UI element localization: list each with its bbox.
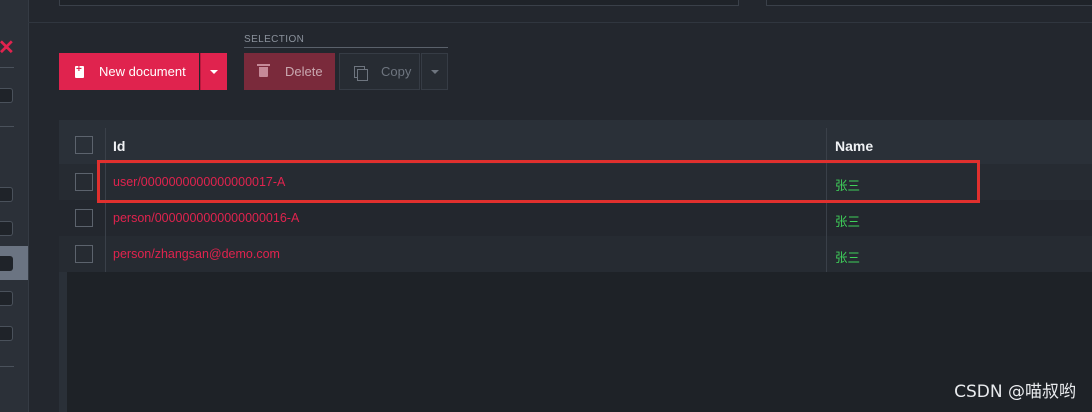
trash-icon [257,63,270,77]
table-row[interactable]: person/zhangsan@demo.com 张三 [59,236,1092,272]
table-row[interactable]: person/0000000000000000016-A 张三 [59,200,1092,236]
close-icon[interactable]: ✕ [0,38,15,58]
copy-label: Copy [381,64,412,79]
sidebar-divider [0,126,14,127]
chevron-down-icon [210,69,218,74]
sidebar-item-active[interactable] [0,246,28,280]
sidebar-item[interactable] [0,291,13,306]
select-all-checkbox[interactable] [75,136,93,154]
grid-left-gutter [59,272,67,412]
row-checkbox[interactable] [75,245,93,263]
sidebar-item[interactable] [0,88,13,103]
sidebar-item-icon [0,256,13,271]
document-id-link[interactable]: person/zhangsan@demo.com [113,247,280,261]
column-divider [826,236,827,272]
top-input-field[interactable] [766,0,1092,6]
copy-button[interactable]: Copy [339,53,420,90]
sidebar-divider [0,366,14,367]
sidebar: ✕ [0,0,29,412]
top-input-field[interactable] [59,0,739,6]
sidebar-item[interactable] [0,326,13,341]
highlight-annotation-box [97,160,980,203]
sidebar-item[interactable] [0,221,13,236]
sidebar-divider [0,67,14,68]
document-id-link[interactable]: person/0000000000000000016-A [113,211,299,225]
column-divider [105,236,106,272]
copy-icon [354,65,368,81]
grid-header: Id Name [59,120,1092,164]
column-header-name[interactable]: Name [835,138,873,154]
new-document-dropdown-button[interactable] [200,53,227,90]
column-divider [105,200,106,236]
column-header-id[interactable]: Id [113,138,125,154]
document-name: 张三 [835,215,861,229]
toolbar-divider [28,22,1092,23]
row-checkbox[interactable] [75,173,93,191]
delete-label: Delete [285,64,323,79]
row-checkbox[interactable] [75,209,93,227]
copy-dropdown-button[interactable] [421,53,448,90]
sidebar-item[interactable] [0,187,13,202]
chevron-down-icon [430,69,439,74]
new-document-label: New document [99,64,186,79]
selection-divider [244,47,448,48]
watermark: CSDN @喵叔哟 [954,382,1076,402]
column-divider [826,200,827,236]
column-divider [105,128,106,164]
new-document-button[interactable]: New document [59,53,199,90]
delete-button[interactable]: Delete [244,53,335,90]
new-document-icon [75,64,84,78]
selection-label: SELECTION [244,34,305,45]
document-name: 张三 [835,251,861,265]
column-divider [826,128,827,164]
